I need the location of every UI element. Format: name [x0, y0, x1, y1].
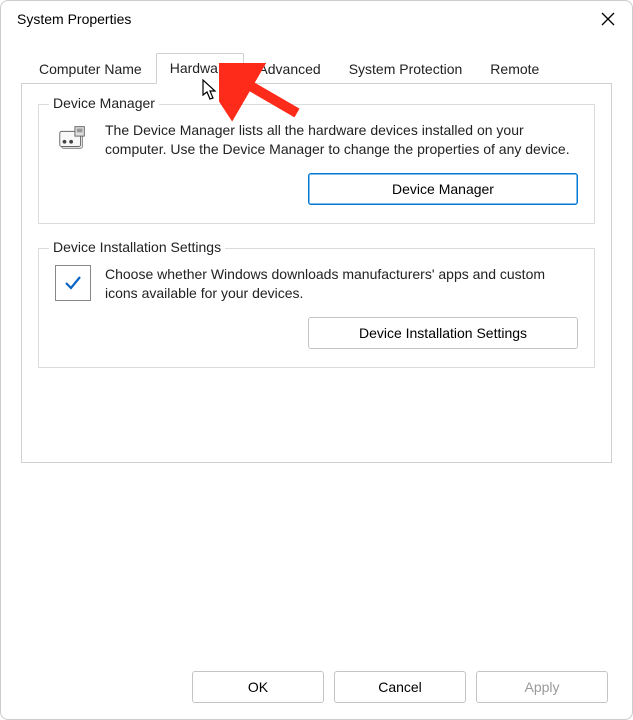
window-title: System Properties — [17, 11, 131, 27]
tab-remote[interactable]: Remote — [476, 54, 553, 84]
device-manager-legend: Device Manager — [49, 95, 159, 111]
ok-button[interactable]: OK — [192, 671, 324, 703]
dialog-body: Computer Name Hardware Advanced System P… — [1, 37, 632, 649]
device-manager-description: The Device Manager lists all the hardwar… — [105, 121, 578, 159]
dialog-buttons: OK Cancel Apply — [1, 649, 632, 719]
device-install-button[interactable]: Device Installation Settings — [308, 317, 578, 349]
system-properties-window: System Properties Computer Name Hardware… — [0, 0, 633, 720]
apply-button: Apply — [476, 671, 608, 703]
device-manager-button[interactable]: Device Manager — [308, 173, 578, 205]
tab-hardware[interactable]: Hardware — [156, 53, 245, 84]
tabs: Computer Name Hardware Advanced System P… — [21, 53, 612, 84]
device-manager-icon — [55, 121, 91, 157]
tab-computer-name[interactable]: Computer Name — [25, 54, 156, 84]
tab-system-protection[interactable]: System Protection — [335, 54, 477, 84]
tab-advanced[interactable]: Advanced — [244, 54, 334, 84]
titlebar: System Properties — [1, 1, 632, 37]
cancel-button[interactable]: Cancel — [334, 671, 466, 703]
tab-content-hardware: Device Manager The Device Manager lists … — [21, 83, 612, 463]
check-icon-slot — [55, 265, 91, 301]
close-icon — [601, 12, 615, 26]
close-button[interactable] — [592, 5, 624, 33]
device-install-description: Choose whether Windows downloads manufac… — [105, 265, 578, 303]
check-icon — [55, 265, 91, 301]
device-install-legend: Device Installation Settings — [49, 239, 225, 255]
device-manager-group: Device Manager The Device Manager lists … — [38, 104, 595, 224]
device-install-group: Device Installation Settings Choose whet… — [38, 248, 595, 368]
